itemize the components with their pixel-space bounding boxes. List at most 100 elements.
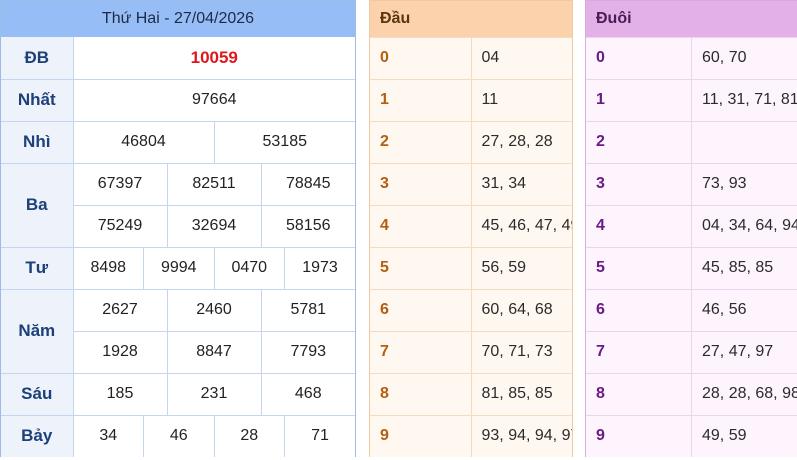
duoi-digit: 4 — [586, 204, 692, 247]
dau-values: 04 — [471, 36, 572, 79]
dau-values: 31, 34 — [471, 162, 572, 205]
prize-number: 1928 — [72, 330, 168, 374]
prize-row: ĐB 10059 — [1, 37, 355, 80]
dau-panel: Đầu 0 04 1 11 2 27, 28, 28 3 31, 34 4 45, 46, 47,… — [369, 0, 573, 457]
dau-digit: 4 — [370, 204, 472, 247]
prize-row: Năm 2627 2460 5781 — [1, 288, 355, 374]
prize-number: 185 — [72, 372, 168, 416]
prize-label: Nhì — [1, 120, 74, 164]
dau-digit: 8 — [370, 372, 472, 415]
dau-row: 6 60, 64, 68 — [370, 288, 572, 331]
dau-values: 56, 59 — [471, 246, 572, 289]
dau-row: 1 11 — [370, 78, 572, 121]
prize-number: 82511 — [166, 162, 262, 206]
dau-values: 93, 94, 94, 97, 98 — [471, 414, 572, 457]
duoi-title: Đuôi — [586, 1, 797, 37]
duoi-row: 5 45, 85, 85 — [586, 246, 797, 289]
dau-digit: 7 — [370, 330, 472, 373]
dau-title: Đầu — [370, 1, 572, 37]
prize-number: 1973 — [284, 246, 355, 290]
duoi-row: 3 73, 93 — [586, 162, 797, 205]
dau-digit: 9 — [370, 414, 472, 457]
dau-values: 27, 28, 28 — [471, 120, 572, 163]
dau-row: 8 81, 85, 85 — [370, 372, 572, 415]
prize-label: ĐB — [1, 37, 74, 80]
prize-number: 67397 — [72, 162, 168, 206]
dau-values: 11 — [471, 78, 572, 121]
duoi-digit: 0 — [586, 36, 692, 79]
special-prize-number: 10059 — [72, 37, 355, 80]
prize-label: Nhất — [1, 78, 74, 122]
prize-number: 2627 — [72, 288, 168, 332]
prize-row: Sáu 185 231 468 — [1, 372, 355, 416]
prize-row: Bảy 34 46 28 71 — [1, 414, 355, 457]
dau-digit: 6 — [370, 288, 472, 331]
prize-number: 231 — [166, 372, 262, 416]
prize-label: Tư — [1, 246, 74, 290]
dau-digit: 0 — [370, 36, 472, 79]
duoi-digit: 1 — [586, 78, 692, 121]
prize-row: Nhất 97664 — [1, 78, 355, 122]
prize-number: 5781 — [260, 288, 355, 332]
duoi-row: 404, 34, 64, 94, 94 — [586, 204, 797, 247]
duoi-values: 46, 56 — [691, 288, 797, 331]
prize-number: 53185 — [213, 120, 355, 164]
dau-row: 993, 94, 94, 97, 98 — [370, 414, 572, 457]
duoi-values: 73, 93 — [691, 162, 797, 205]
prize-number: 9994 — [143, 246, 215, 290]
duoi-values: 11, 31, 71, 81 — [691, 78, 797, 121]
duoi-values: 60, 70 — [691, 36, 797, 79]
dau-row: 2 27, 28, 28 — [370, 120, 572, 163]
duoi-row: 6 46, 56 — [586, 288, 797, 331]
dau-values: 45, 46, 47, 49 — [471, 204, 572, 247]
dau-digit: 2 — [370, 120, 472, 163]
duoi-digit: 6 — [586, 288, 692, 331]
duoi-values: 28, 28, 68, 98 — [691, 372, 797, 415]
duoi-panel: Đuôi 0 60, 70 1 11, 31, 71, 81 2 3 73, 93 4 04, … — [585, 0, 797, 457]
results-date-title: Thứ Hai - 27/04/2026 — [1, 1, 355, 37]
dau-values: 70, 71, 73 — [471, 330, 572, 373]
prize-number: 468 — [260, 372, 355, 416]
prize-number: 34 — [72, 414, 144, 457]
dau-values: 81, 85, 85 — [471, 372, 572, 415]
prize-number: 0470 — [213, 246, 285, 290]
dau-values: 60, 64, 68 — [471, 288, 572, 331]
duoi-row: 1 11, 31, 71, 81 — [586, 78, 797, 121]
duoi-row: 0 60, 70 — [586, 36, 797, 79]
prize-number: 7793 — [260, 330, 355, 374]
prize-number: 97664 — [72, 78, 355, 122]
results-table: Thứ Hai - 27/04/2026 ĐB 10059 Nhất 97664 Nhì… — [1, 1, 355, 457]
prize-number: 58156 — [260, 204, 355, 248]
dau-digit: 3 — [370, 162, 472, 205]
duoi-values — [691, 120, 797, 163]
duoi-table: Đuôi 0 60, 70 1 11, 31, 71, 81 2 3 73, 93 4 04, … — [586, 1, 797, 457]
dau-table: Đầu 0 04 1 11 2 27, 28, 28 3 31, 34 4 45, 46, 47,… — [370, 1, 572, 457]
duoi-digit: 7 — [586, 330, 692, 373]
dau-digit: 5 — [370, 246, 472, 289]
prize-number: 78845 — [260, 162, 355, 206]
duoi-row: 7 27, 47, 97 — [586, 330, 797, 373]
prize-number: 2460 — [166, 288, 262, 332]
prize-row: Nhì 46804 53185 — [1, 120, 355, 164]
prize-number: 46804 — [72, 120, 215, 164]
prize-label: Bảy — [1, 414, 74, 457]
duoi-row: 9 49, 59 — [586, 414, 797, 457]
prize-row: Ba 67397 82511 78845 — [1, 162, 355, 248]
prize-number: 75249 — [72, 204, 168, 248]
duoi-digit: 2 — [586, 120, 692, 163]
duoi-digit: 3 — [586, 162, 692, 205]
duoi-row: 2 — [586, 120, 797, 163]
duoi-digit: 8 — [586, 372, 692, 415]
dau-row: 4 45, 46, 47, 49 — [370, 204, 572, 247]
dau-row: 0 04 — [370, 36, 572, 79]
duoi-row: 8 28, 28, 68, 98 — [586, 372, 797, 415]
dau-row: 5 56, 59 — [370, 246, 572, 289]
duoi-values: 45, 85, 85 — [691, 246, 797, 289]
prize-label: Năm — [1, 288, 74, 374]
duoi-values: 27, 47, 97 — [691, 330, 797, 373]
prize-number: 8847 — [166, 330, 262, 374]
prize-number: 46 — [143, 414, 215, 457]
prize-row: Tư 8498 9994 0470 1973 — [1, 246, 355, 290]
prize-number: 32694 — [166, 204, 262, 248]
duoi-values: 04, 34, 64, 94, 94 — [691, 204, 797, 247]
